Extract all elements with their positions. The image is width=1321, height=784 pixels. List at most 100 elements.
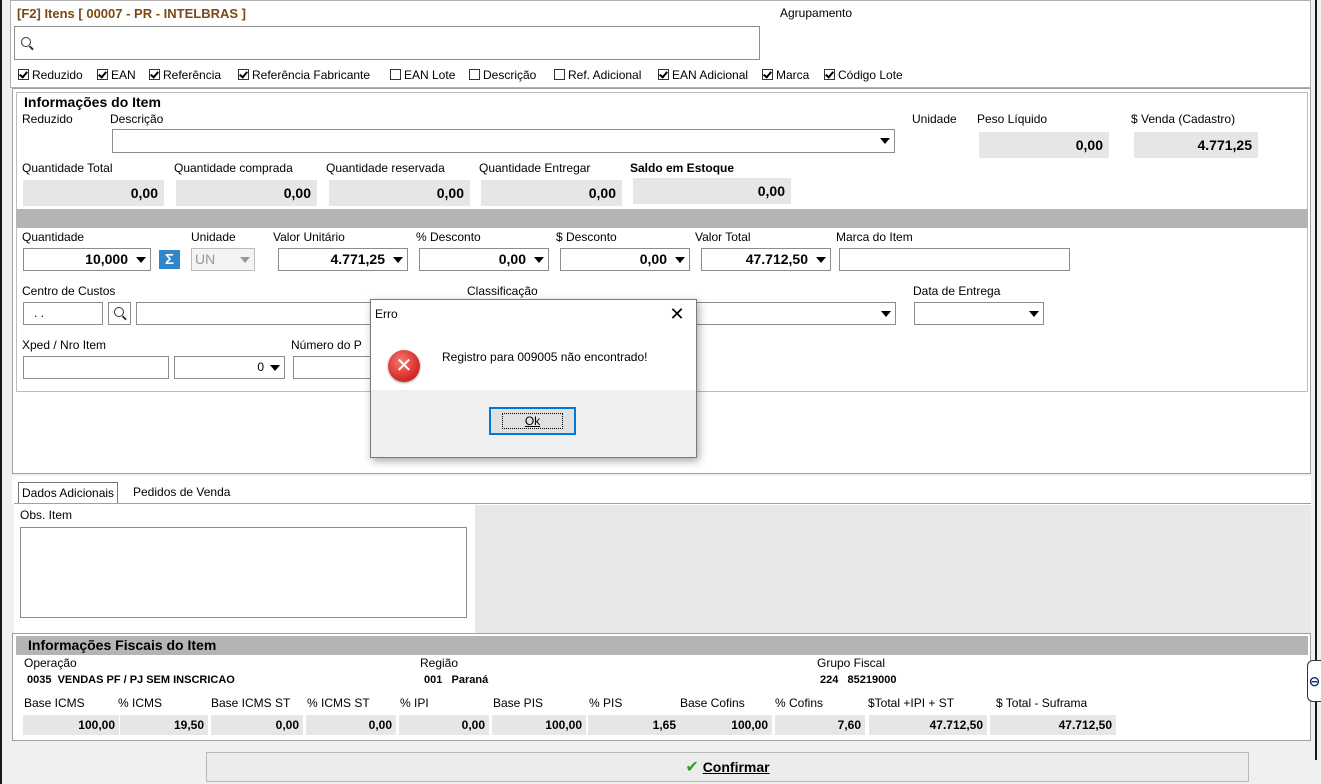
- unidade-label: Unidade: [191, 230, 236, 244]
- xped-input[interactable]: [23, 356, 169, 379]
- filter-label: Reduzido: [32, 68, 83, 82]
- valor-total-value: 47.712,50: [745, 251, 808, 267]
- marca-input[interactable]: [839, 248, 1070, 271]
- grouping-label: Agrupamento: [780, 6, 853, 20]
- centro-label: Centro de Custos: [22, 284, 116, 298]
- filter-label: Referência Fabricante: [252, 68, 371, 82]
- saldo-label: Saldo em Estoque: [630, 161, 735, 175]
- desc-label: $ Desconto: [556, 230, 617, 244]
- valor-unit-field[interactable]: 4.771,25: [278, 248, 408, 271]
- filter-label: Código Lote: [838, 68, 903, 82]
- checkbox-checked-icon: [238, 69, 249, 80]
- right-edge-line: [1315, 0, 1317, 760]
- quantidade-label: Quantidade: [22, 230, 85, 244]
- qtd-entregar-label: Quantidade Entregar: [479, 161, 591, 175]
- qtd-comprada-label: Quantidade comprada: [174, 161, 293, 175]
- filter-checkbox[interactable]: EAN: [97, 68, 136, 82]
- unidade-header-label: Unidade: [912, 112, 957, 126]
- fiscal-col-value: 19,50: [120, 715, 208, 735]
- fiscal-col-label: $ Total - Suframa: [996, 696, 1088, 710]
- centro-search-button[interactable]: [108, 302, 131, 325]
- chevron-down-icon: [881, 311, 891, 317]
- valor-total-label: Valor Total: [695, 230, 751, 244]
- filter-checkbox[interactable]: Descrição: [469, 68, 536, 82]
- pct-desc-field[interactable]: 0,00: [419, 248, 549, 271]
- peso-liquido-value: 0,00: [979, 132, 1109, 158]
- operacao-label: Operação: [24, 656, 77, 670]
- regiao-label: Região: [420, 656, 459, 670]
- sigma-button[interactable]: Σ: [159, 250, 180, 269]
- filter-checkbox[interactable]: Marca: [762, 68, 809, 82]
- nro-item-field[interactable]: 0: [174, 356, 285, 379]
- fiscal-col-value: 47.712,50: [990, 715, 1116, 735]
- close-icon[interactable]: ✕: [663, 302, 691, 326]
- obs-textarea[interactable]: [20, 527, 467, 618]
- confirm-button[interactable]: ✔ Confirmar: [206, 752, 1249, 782]
- filter-label: Descrição: [483, 68, 537, 82]
- obs-right-area: [475, 505, 1311, 633]
- saldo-value: 0,00: [633, 178, 791, 204]
- unidade-dropdown[interactable]: UN: [191, 248, 255, 271]
- filter-checkbox[interactable]: EAN Lote: [390, 68, 455, 82]
- tab-dados-adicionais[interactable]: Dados Adicionais: [18, 482, 119, 503]
- fiscal-col-label: Base ICMS ST: [211, 696, 291, 710]
- checkbox-unchecked-icon: [554, 69, 565, 80]
- filter-label: EAN: [111, 68, 136, 82]
- fiscal-col-value: 0,00: [211, 715, 303, 735]
- qtd-reservada-label: Quantidade reservada: [326, 161, 445, 175]
- classificacao-label: Classificação: [467, 284, 538, 298]
- grupo-fiscal-label: Grupo Fiscal: [817, 656, 886, 670]
- fiscal-col-label: % PIS: [589, 696, 623, 710]
- data-entrega-dropdown[interactable]: [914, 302, 1044, 325]
- qtd-total-label: Quantidade Total: [22, 161, 113, 175]
- descricao-dropdown[interactable]: [112, 129, 895, 153]
- search-input[interactable]: [14, 26, 760, 60]
- fiscal-col-label: Base Cofins: [680, 696, 745, 710]
- filter-checkbox[interactable]: Referência Fabricante: [238, 68, 370, 82]
- peso-liquido-label: Peso Líquido: [977, 112, 1048, 126]
- nro-item-value: 0: [257, 360, 264, 374]
- descricao-label: Descrição: [110, 112, 164, 126]
- search-icon: [21, 37, 31, 47]
- centro-desc-input[interactable]: [136, 302, 376, 325]
- fiscal-col-label: % Cofins: [775, 696, 824, 710]
- section-separator: [16, 209, 1308, 228]
- left-edge-line: [0, 0, 2, 784]
- quantidade-value: 10,000: [85, 251, 128, 267]
- desc-field[interactable]: 0,00: [560, 248, 690, 271]
- numero-input[interactable]: [293, 356, 373, 379]
- xped-label: Xped / Nro Item: [22, 338, 107, 352]
- tab-pedidos-de-venda[interactable]: Pedidos de Venda: [130, 482, 233, 502]
- chevron-down-icon: [240, 257, 250, 263]
- filter-checkbox[interactable]: Código Lote: [824, 68, 903, 82]
- fiscal-col-label: Base ICMS: [24, 696, 85, 710]
- classificacao-dropdown[interactable]: [690, 302, 896, 325]
- checkbox-checked-icon: [762, 69, 773, 80]
- checkbox-checked-icon: [149, 69, 160, 80]
- search-icon: [114, 307, 124, 317]
- ok-button[interactable]: Ok: [489, 407, 576, 435]
- filter-checkbox[interactable]: Referência: [149, 68, 221, 82]
- dialog-title: Erro: [375, 307, 398, 321]
- filter-label: Marca: [776, 68, 810, 82]
- fiscal-col-value: 47.712,50: [869, 715, 987, 735]
- side-tab-icon[interactable]: ⊖: [1307, 660, 1321, 702]
- error-icon: ✕: [388, 350, 420, 382]
- filter-checkbox[interactable]: Ref. Adicional: [554, 68, 641, 82]
- check-icon: ✔: [685, 759, 699, 776]
- centro-code-input[interactable]: . .: [23, 302, 103, 325]
- pct-desc-label: % Desconto: [416, 230, 481, 244]
- valor-total-field[interactable]: 47.712,50: [701, 248, 831, 271]
- quantidade-field[interactable]: 10,000: [23, 248, 151, 271]
- chevron-down-icon: [270, 365, 280, 371]
- marca-label: Marca do Item: [836, 230, 913, 244]
- filter-checkbox[interactable]: EAN Adicional: [658, 68, 748, 82]
- fiscal-col-label: % IPI: [400, 696, 429, 710]
- filter-checkbox[interactable]: Reduzido: [18, 68, 83, 82]
- unidade-value: UN: [195, 251, 216, 267]
- venda-cadastro-value: 4.771,25: [1134, 132, 1258, 158]
- qtd-comprada-value: 0,00: [176, 180, 317, 206]
- valor-unit-label: Valor Unitário: [273, 230, 345, 244]
- valor-unit-value: 4.771,25: [330, 251, 386, 267]
- filter-label: Ref. Adicional: [568, 68, 642, 82]
